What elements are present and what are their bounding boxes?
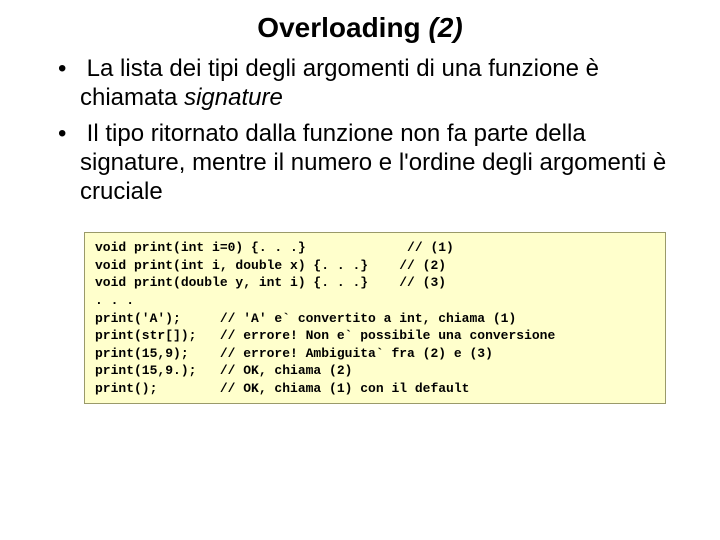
- title-main: Overloading: [257, 12, 428, 43]
- emphasized-term: signature: [184, 84, 283, 111]
- code-block: void print(int i=0) {. . .} // (1) void …: [84, 232, 666, 404]
- list-item: La lista dei tipi degli argomenti di una…: [24, 54, 696, 113]
- list-item: Il tipo ritornato dalla funzione non fa …: [24, 119, 696, 207]
- bullet-text: La lista dei tipi degli argomenti di una…: [80, 55, 599, 111]
- bullet-list: La lista dei tipi degli argomenti di una…: [24, 54, 696, 206]
- title-number: (2): [428, 12, 462, 43]
- bullet-text: Il tipo ritornato dalla funzione non fa …: [80, 120, 666, 206]
- slide-title: Overloading (2): [24, 12, 696, 44]
